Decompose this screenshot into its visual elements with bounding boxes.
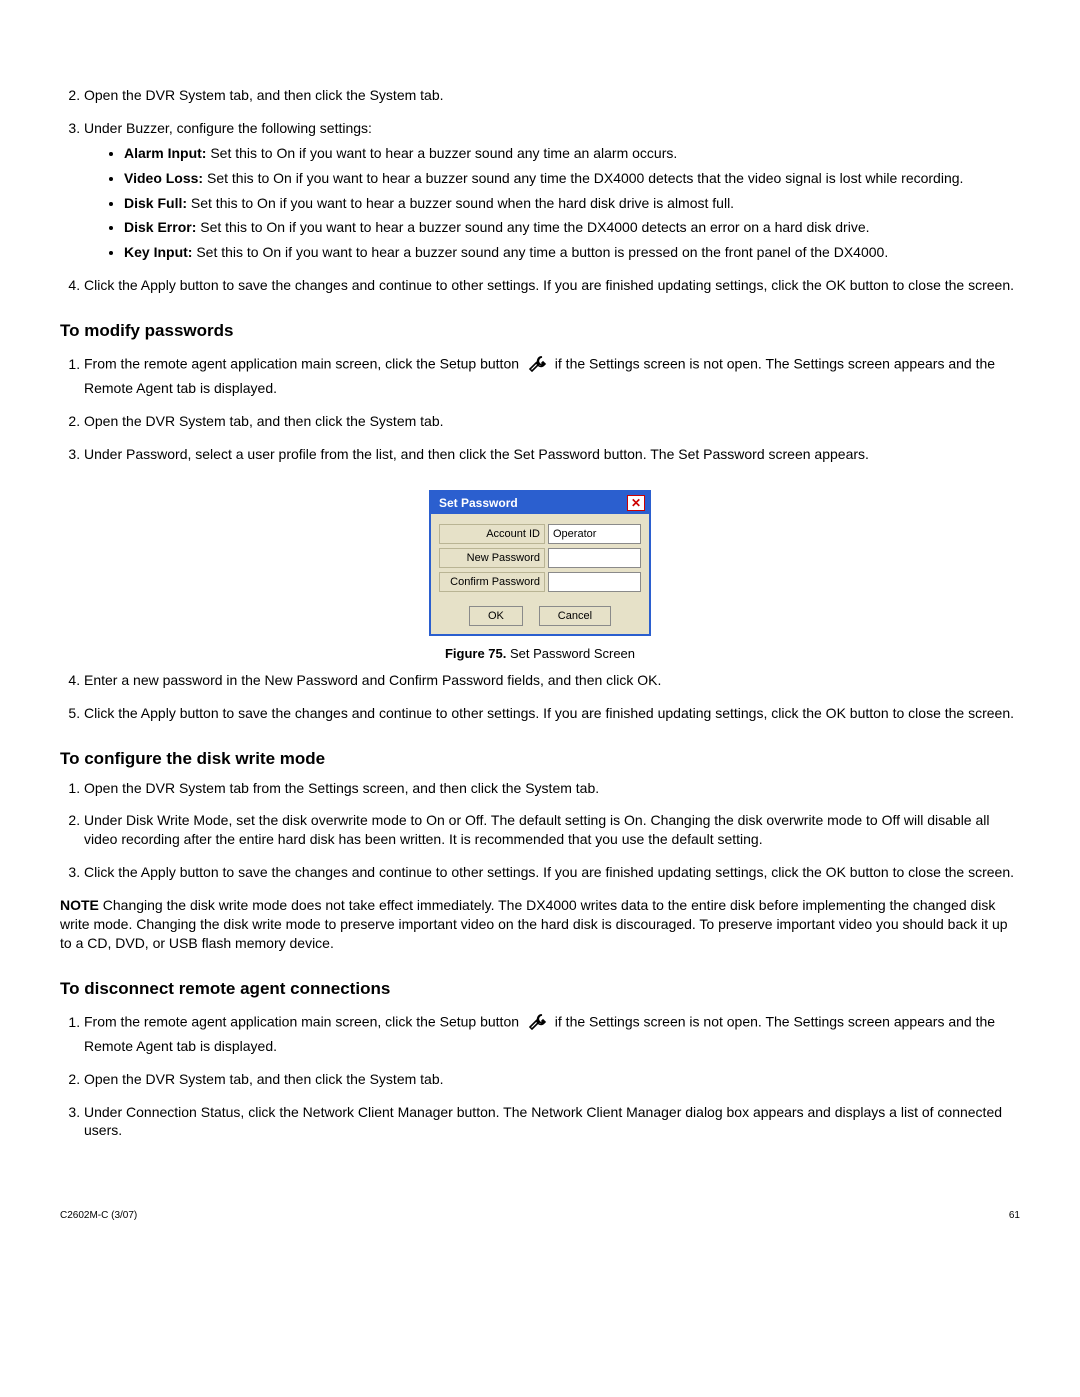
- pw-step-1a: From the remote agent application main s…: [84, 356, 523, 372]
- setup-wrench-icon: [523, 1009, 551, 1037]
- close-icon[interactable]: ✕: [627, 495, 645, 511]
- figure-caption: Figure 75. Set Password Screen: [60, 646, 1020, 661]
- pw-step-2: Open the DVR System tab, and then click …: [84, 412, 1020, 431]
- pw-step-5: Click the Apply button to save the chang…: [84, 704, 1020, 723]
- field-account-id: Operator: [548, 524, 641, 544]
- bullet-label: Disk Error:: [124, 219, 196, 235]
- buzzer-bullets: Alarm Input: Set this to On if you want …: [84, 144, 1020, 262]
- field-confirm-password[interactable]: [548, 572, 641, 592]
- bullet-text: Set this to On if you want to hear a buz…: [187, 195, 734, 211]
- page-footer: C2602M-C (3/07) 61: [60, 1210, 1020, 1221]
- label-confirm-password: Confirm Password: [439, 572, 545, 592]
- dialog-title-text: Set Password: [439, 496, 518, 510]
- disk-step-1: Open the DVR System tab from the Setting…: [84, 779, 1020, 798]
- section-title-disconnect: To disconnect remote agent connections: [60, 979, 1020, 999]
- footer-page-number: 61: [1009, 1210, 1020, 1221]
- pw-step-1: From the remote agent application main s…: [84, 351, 1020, 398]
- dialog-body: Account ID Operator New Password Confirm…: [431, 514, 649, 634]
- top-step-2: Open the DVR System tab, and then click …: [84, 86, 1020, 105]
- section-title-disk: To configure the disk write mode: [60, 749, 1020, 769]
- pw-step-4: Enter a new password in the New Password…: [84, 671, 1020, 690]
- top-list: Open the DVR System tab, and then click …: [60, 86, 1020, 295]
- disc-step-1a: From the remote agent application main s…: [84, 1014, 523, 1030]
- section-title-passwords: To modify passwords: [60, 321, 1020, 341]
- label-account-id: Account ID: [439, 524, 545, 544]
- figure-caption-text: Set Password Screen: [506, 646, 635, 661]
- disk-step-2: Under Disk Write Mode, set the disk over…: [84, 811, 1020, 849]
- field-new-password[interactable]: [548, 548, 641, 568]
- bullet-text: Set this to On if you want to hear a buz…: [203, 170, 963, 186]
- bullet-disk-full: Disk Full: Set this to On if you want to…: [124, 194, 1020, 213]
- bullet-label: Video Loss:: [124, 170, 203, 186]
- bullet-disk-error: Disk Error: Set this to On if you want t…: [124, 218, 1020, 237]
- set-password-dialog: Set Password ✕ Account ID Operator New P…: [429, 490, 651, 636]
- pw-step-3: Under Password, select a user profile fr…: [84, 445, 1020, 464]
- disc-step-1: From the remote agent application main s…: [84, 1009, 1020, 1056]
- disconnect-list: From the remote agent application main s…: [60, 1009, 1020, 1141]
- disk-list: Open the DVR System tab from the Setting…: [60, 779, 1020, 883]
- cancel-button[interactable]: Cancel: [539, 606, 611, 626]
- top-step-3: Under Buzzer, configure the following se…: [84, 119, 1020, 262]
- dialog-buttons: OK Cancel: [439, 606, 641, 626]
- note-label: NOTE: [60, 897, 99, 913]
- disc-step-3: Under Connection Status, click the Netwo…: [84, 1103, 1020, 1141]
- bullet-text: Set this to On if you want to hear a buz…: [196, 219, 869, 235]
- passwords-list: From the remote agent application main s…: [60, 351, 1020, 464]
- disk-note: NOTE Changing the disk write mode does n…: [60, 896, 1020, 953]
- ok-button[interactable]: OK: [469, 606, 523, 626]
- disc-step-2: Open the DVR System tab, and then click …: [84, 1070, 1020, 1089]
- bullet-video-loss: Video Loss: Set this to On if you want t…: [124, 169, 1020, 188]
- row-account-id: Account ID Operator: [439, 524, 641, 544]
- bullet-label: Alarm Input:: [124, 145, 206, 161]
- dialog-title-bar: Set Password ✕: [431, 492, 649, 514]
- bullet-label: Key Input:: [124, 244, 192, 260]
- top-step-4: Click the Apply button to save the chang…: [84, 276, 1020, 295]
- row-new-password: New Password: [439, 548, 641, 568]
- top-step-3-text: Under Buzzer, configure the following se…: [84, 120, 372, 136]
- bullet-label: Disk Full:: [124, 195, 187, 211]
- bullet-key-input: Key Input: Set this to On if you want to…: [124, 243, 1020, 262]
- footer-left: C2602M-C (3/07): [60, 1210, 137, 1221]
- setup-wrench-icon: [523, 351, 551, 379]
- bullet-text: Set this to On if you want to hear a buz…: [206, 145, 677, 161]
- note-text: Changing the disk write mode does not ta…: [60, 897, 1008, 951]
- label-new-password: New Password: [439, 548, 545, 568]
- row-confirm-password: Confirm Password: [439, 572, 641, 592]
- passwords-list-cont: Enter a new password in the New Password…: [60, 671, 1020, 723]
- figure-set-password: Set Password ✕ Account ID Operator New P…: [60, 490, 1020, 661]
- disk-step-3: Click the Apply button to save the chang…: [84, 863, 1020, 882]
- bullet-alarm-input: Alarm Input: Set this to On if you want …: [124, 144, 1020, 163]
- bullet-text: Set this to On if you want to hear a buz…: [192, 244, 888, 260]
- figure-number: Figure 75.: [445, 646, 506, 661]
